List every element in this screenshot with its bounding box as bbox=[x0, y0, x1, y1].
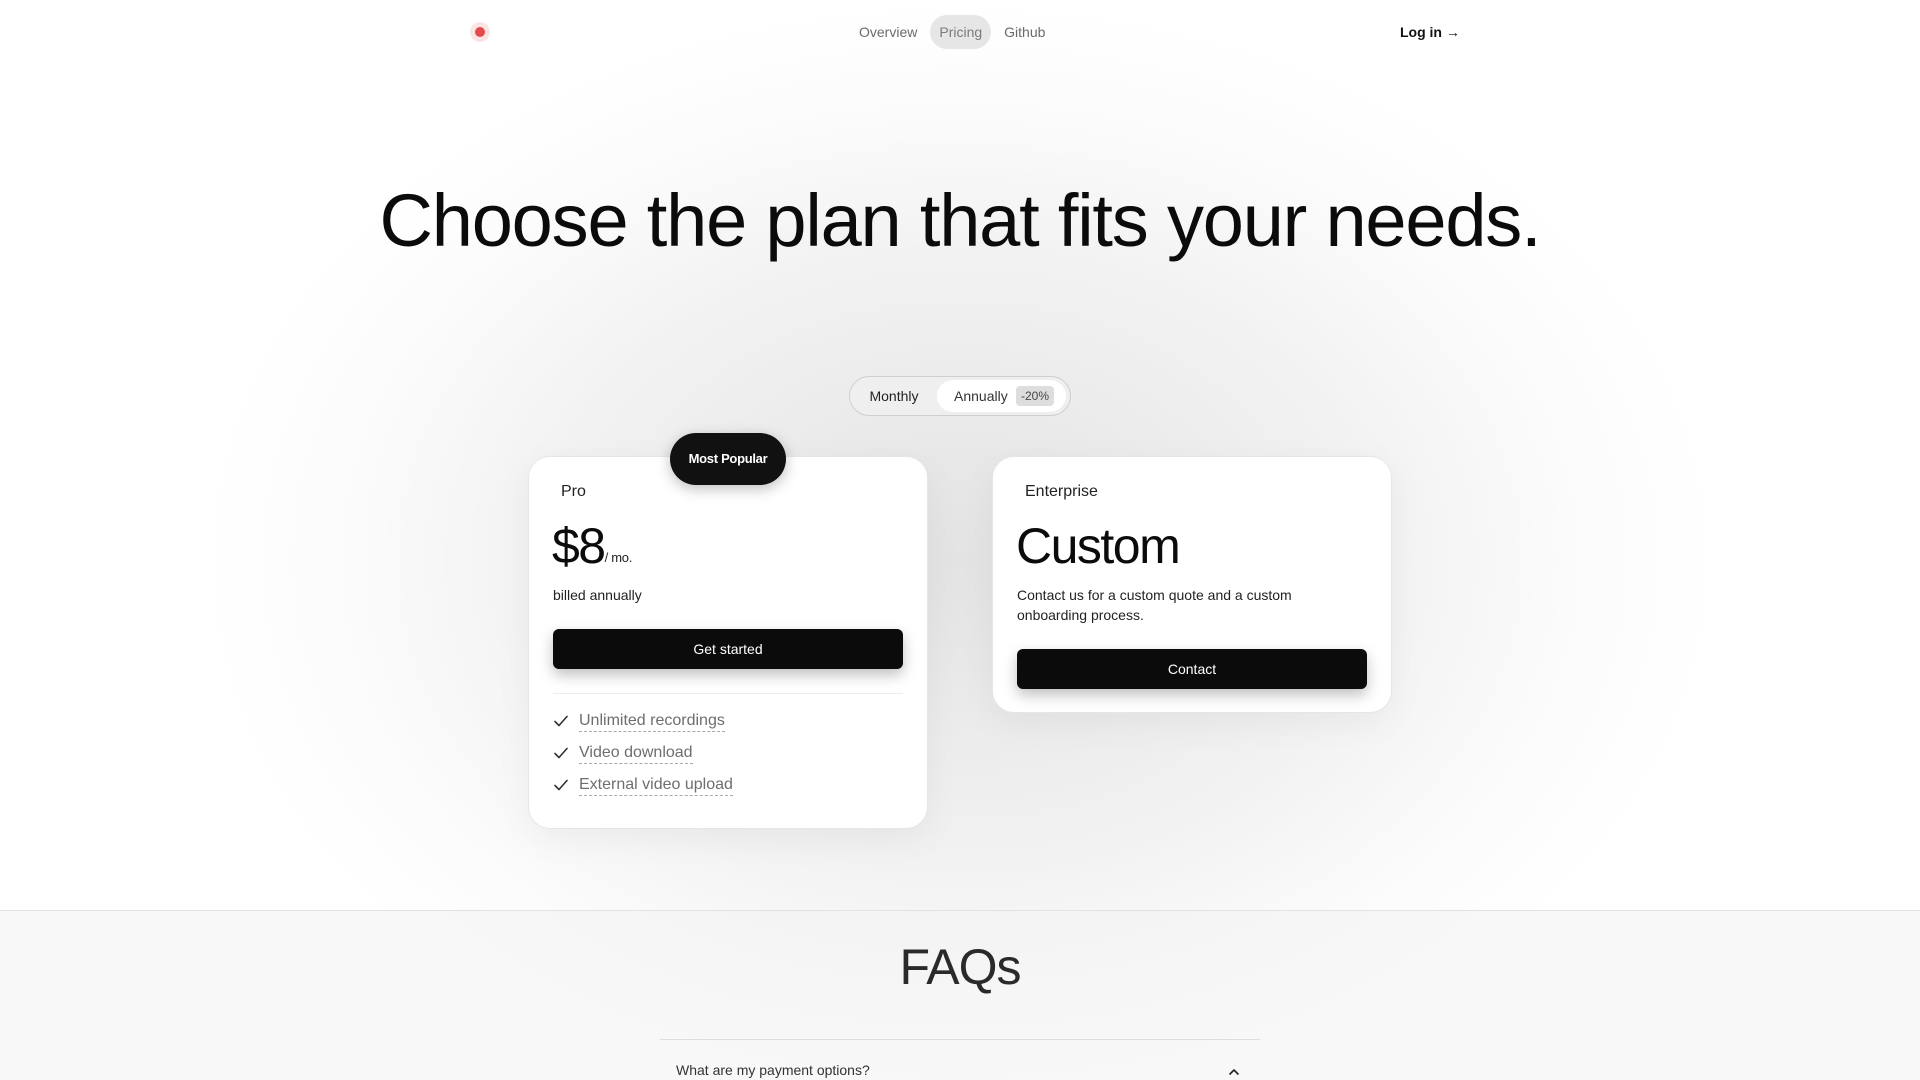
get-started-button[interactable]: Get started bbox=[553, 629, 903, 669]
faq-title: FAQs bbox=[899, 939, 1021, 995]
feature-item: External video upload bbox=[553, 773, 733, 797]
login-link[interactable]: Log in → bbox=[1400, 15, 1460, 49]
nav-pricing[interactable]: Pricing bbox=[930, 15, 992, 49]
chevron-up-icon[interactable] bbox=[1226, 1064, 1242, 1080]
pro-billing-note: billed annually bbox=[553, 587, 642, 603]
pro-card-divider bbox=[553, 693, 903, 694]
pro-feature-list: Unlimited recordings Video download Exte… bbox=[553, 709, 733, 797]
enterprise-price: Custom bbox=[1016, 518, 1181, 574]
discount-badge: -20% bbox=[1016, 386, 1055, 406]
most-popular-badge: Most Popular bbox=[670, 433, 786, 485]
enterprise-plan-name: Enterprise bbox=[1025, 483, 1098, 500]
pro-price-period: / mo. bbox=[604, 550, 633, 565]
faq-question[interactable]: What are my payment options? bbox=[676, 1062, 870, 1078]
feature-item: Unlimited recordings bbox=[553, 709, 733, 733]
check-icon bbox=[554, 779, 568, 791]
billing-monthly-option[interactable]: Monthly bbox=[856, 380, 932, 412]
feature-label[interactable]: Video download bbox=[579, 743, 693, 764]
check-icon bbox=[554, 747, 568, 759]
nav-github[interactable]: Github bbox=[995, 15, 1054, 49]
pro-plan-name: Pro bbox=[561, 483, 586, 500]
contact-button[interactable]: Contact bbox=[1017, 649, 1367, 689]
check-icon bbox=[554, 715, 568, 727]
main-nav: Overview Pricing Github bbox=[850, 15, 1054, 49]
feature-item: Video download bbox=[553, 741, 733, 765]
enterprise-description: Contact us for a custom quote and a cust… bbox=[1017, 587, 1292, 623]
feature-label[interactable]: Unlimited recordings bbox=[579, 711, 725, 732]
feature-label[interactable]: External video upload bbox=[579, 775, 733, 796]
nav-overview[interactable]: Overview bbox=[850, 15, 926, 49]
faq-divider bbox=[660, 1039, 1260, 1040]
brand-logo-icon[interactable] bbox=[470, 22, 490, 42]
pro-price-row: $8 / mo. bbox=[552, 521, 632, 571]
pro-price: $8 bbox=[552, 518, 606, 574]
page-title: Choose the plan that fits your needs. bbox=[379, 179, 1542, 262]
